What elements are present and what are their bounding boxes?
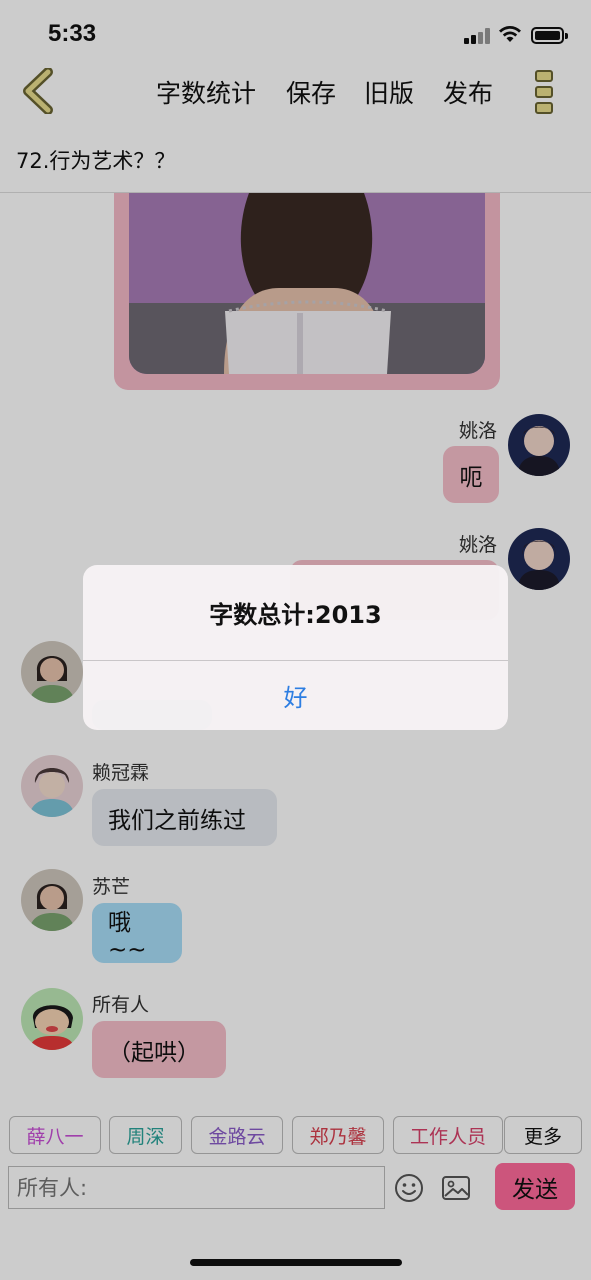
alert-dialog: 字数总计:2013 好 — [83, 565, 508, 730]
alert-title: 字数总计:2013 — [209, 601, 382, 629]
ok-button[interactable]: 好 — [83, 661, 508, 730]
